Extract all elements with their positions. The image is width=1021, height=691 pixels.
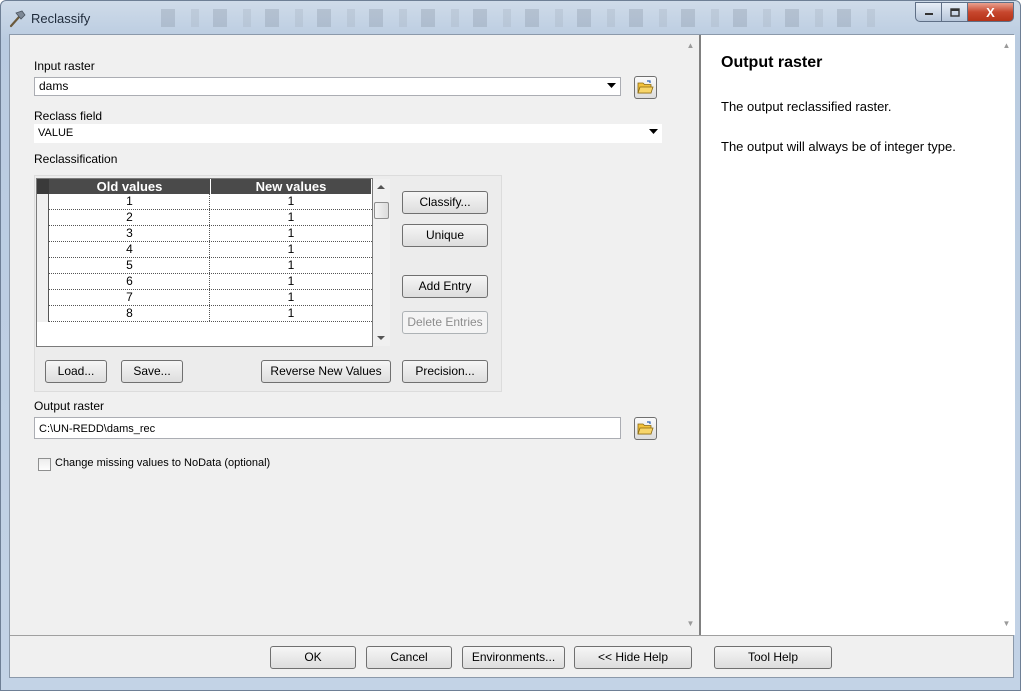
input-raster-label: Input raster xyxy=(34,59,95,73)
input-raster-combobox[interactable]: dams xyxy=(34,77,621,96)
output-raster-value: C:\UN-REDD\dams_rec xyxy=(39,423,156,435)
new-value-cell[interactable]: 1 xyxy=(211,290,371,305)
caption-buttons: X xyxy=(915,2,1014,22)
old-value-cell[interactable]: 1 xyxy=(50,194,210,209)
column-header-old[interactable]: Old values xyxy=(49,179,211,194)
tool-help-button[interactable]: Tool Help xyxy=(714,646,832,669)
reclass-field-combobox[interactable]: VALUE xyxy=(34,124,662,143)
open-folder-icon xyxy=(637,421,654,435)
title-bar-background xyxy=(161,9,881,27)
load-button[interactable]: Load... xyxy=(45,360,107,383)
row-header[interactable] xyxy=(37,242,49,258)
minimize-icon xyxy=(924,13,933,15)
table-corner xyxy=(37,179,49,194)
new-value-cell[interactable]: 1 xyxy=(211,210,371,225)
help-paragraph: The output reclassified raster. xyxy=(721,99,892,114)
old-value-cell[interactable]: 6 xyxy=(50,274,210,289)
table-row[interactable]: 11 xyxy=(37,194,372,210)
environments-button[interactable]: Environments... xyxy=(462,646,565,669)
old-value-cell[interactable]: 8 xyxy=(50,306,210,321)
reclassification-label: Reclassification xyxy=(34,152,118,166)
window-title: Reclassify xyxy=(31,11,91,26)
help-paragraph: The output will always be of integer typ… xyxy=(721,139,956,154)
close-icon: X xyxy=(986,4,995,20)
input-raster-browse-button[interactable] xyxy=(634,76,657,99)
reclass-field-label: Reclass field xyxy=(34,109,103,123)
reverse-new-values-button[interactable]: Reverse New Values xyxy=(261,360,391,383)
scroll-up-arrow-icon[interactable]: ▲ xyxy=(998,37,1015,54)
output-raster-label: Output raster xyxy=(34,399,105,413)
scrollbar-thumb[interactable] xyxy=(374,202,389,219)
old-value-cell[interactable]: 2 xyxy=(50,210,210,225)
table-row[interactable]: 81 xyxy=(37,306,372,322)
scroll-down-arrow-icon[interactable]: ▼ xyxy=(682,615,699,632)
reclassification-panel: Old values New values 11 21 31 41 51 61 … xyxy=(34,175,502,392)
scroll-down-arrow-icon[interactable] xyxy=(377,335,386,341)
row-header[interactable] xyxy=(37,210,49,226)
save-button[interactable]: Save... xyxy=(121,360,183,383)
parameters-scrollbar[interactable]: ▲ ▼ xyxy=(682,35,699,635)
table-row[interactable]: 41 xyxy=(37,242,372,258)
table-row[interactable]: 21 xyxy=(37,210,372,226)
reclass-table[interactable]: Old values New values 11 21 31 41 51 61 … xyxy=(36,178,373,347)
parameters-pane: Input raster dams Reclass field VALUE Re… xyxy=(10,35,682,635)
column-header-new[interactable]: New values xyxy=(211,179,372,194)
missing-nodata-label[interactable]: Change missing values to NoData (optiona… xyxy=(55,457,270,469)
output-raster-browse-button[interactable] xyxy=(634,417,657,440)
reclass-field-value: VALUE xyxy=(38,127,74,139)
dialog-client-area: Input raster dams Reclass field VALUE Re… xyxy=(9,34,1015,678)
table-row[interactable]: 31 xyxy=(37,226,372,242)
maximize-button[interactable] xyxy=(942,2,968,22)
title-bar[interactable]: Reclassify X xyxy=(1,1,1020,35)
table-row[interactable]: 51 xyxy=(37,258,372,274)
cancel-button[interactable]: Cancel xyxy=(366,646,452,669)
hide-help-button[interactable]: << Hide Help xyxy=(574,646,692,669)
delete-entries-button[interactable]: Delete Entries xyxy=(402,311,488,334)
row-header[interactable] xyxy=(37,306,49,322)
old-value-cell[interactable]: 7 xyxy=(50,290,210,305)
new-value-cell[interactable]: 1 xyxy=(211,274,371,289)
input-raster-value: dams xyxy=(39,79,69,93)
chevron-down-icon[interactable] xyxy=(607,78,616,95)
row-header[interactable] xyxy=(37,290,49,306)
row-header[interactable] xyxy=(37,194,49,210)
old-value-cell[interactable]: 3 xyxy=(50,226,210,241)
help-scrollbar[interactable]: ▲ ▼ xyxy=(998,35,1015,635)
output-raster-input[interactable]: C:\UN-REDD\dams_rec xyxy=(34,417,621,439)
precision-button[interactable]: Precision... xyxy=(402,360,488,383)
reclass-table-scrollbar[interactable] xyxy=(373,179,390,346)
scroll-down-arrow-icon[interactable]: ▼ xyxy=(998,615,1015,632)
new-value-cell[interactable]: 1 xyxy=(211,226,371,241)
new-value-cell[interactable]: 1 xyxy=(211,242,371,257)
missing-nodata-checkbox[interactable] xyxy=(38,458,51,471)
add-entry-button[interactable]: Add Entry xyxy=(402,275,488,298)
table-row[interactable]: 61 xyxy=(37,274,372,290)
row-header[interactable] xyxy=(37,274,49,290)
reclassify-window: Reclassify X Input raster dams Reclass f… xyxy=(0,0,1021,691)
button-bar: OK Cancel Environments... << Hide Help T… xyxy=(10,635,1013,677)
unique-button[interactable]: Unique xyxy=(402,224,488,247)
row-header[interactable] xyxy=(37,258,49,274)
old-value-cell[interactable]: 4 xyxy=(50,242,210,257)
new-value-cell[interactable]: 1 xyxy=(211,194,371,209)
minimize-button[interactable] xyxy=(915,2,942,22)
ok-button[interactable]: OK xyxy=(270,646,356,669)
table-row[interactable]: 71 xyxy=(37,290,372,306)
old-value-cell[interactable]: 5 xyxy=(50,258,210,273)
maximize-icon xyxy=(949,7,960,17)
scroll-up-arrow-icon[interactable]: ▲ xyxy=(682,37,699,54)
close-button[interactable]: X xyxy=(968,2,1014,22)
chevron-down-icon[interactable] xyxy=(649,124,658,141)
help-title: Output raster xyxy=(721,54,823,71)
new-value-cell[interactable]: 1 xyxy=(211,306,371,321)
reclass-table-header: Old values New values xyxy=(37,179,372,194)
classify-button[interactable]: Classify... xyxy=(402,191,488,214)
help-pane: Output raster The output reclassified ra… xyxy=(701,35,1015,635)
new-value-cell[interactable]: 1 xyxy=(211,258,371,273)
hammer-icon xyxy=(9,10,26,28)
scroll-up-arrow-icon[interactable] xyxy=(377,184,386,190)
open-folder-icon xyxy=(637,80,654,94)
row-header[interactable] xyxy=(37,226,49,242)
